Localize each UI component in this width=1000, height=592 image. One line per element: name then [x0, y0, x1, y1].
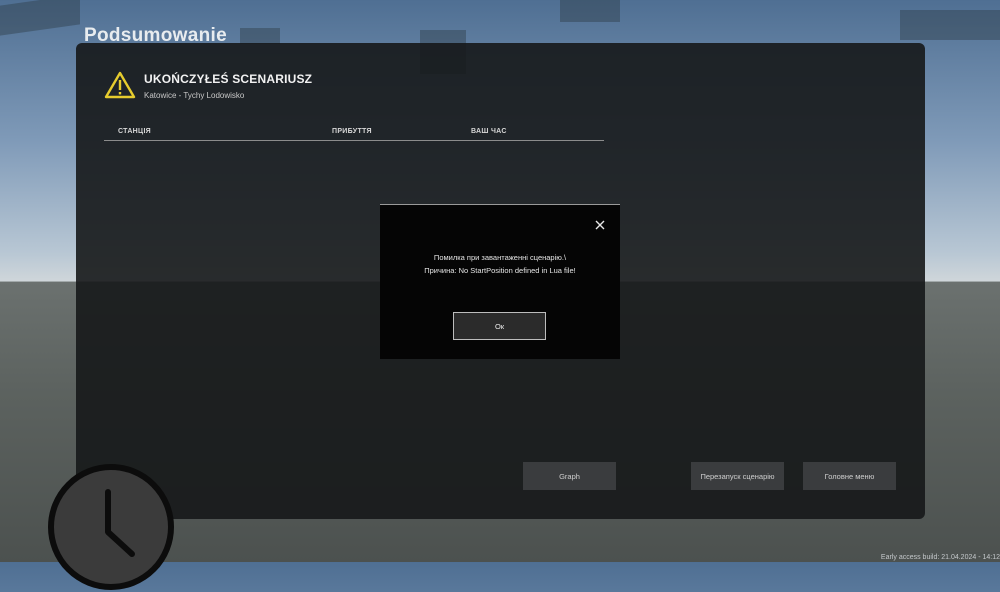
error-dialog: Помилка при завантаженні сценарію.\ Прич…	[380, 204, 620, 359]
graph-button[interactable]: Graph	[523, 462, 616, 490]
close-icon[interactable]	[595, 220, 605, 230]
clock-icon	[48, 464, 174, 590]
warning-triangle-icon	[104, 71, 136, 99]
route-name: Katowice - Tychy Lodowisko	[144, 91, 245, 100]
ok-button[interactable]: Ок	[453, 312, 546, 340]
error-message-line2: Причина: No StartPosition defined in Lua…	[424, 266, 576, 275]
column-header-arrival: ПРИБУТТЯ	[332, 128, 372, 135]
main-menu-button[interactable]: Головне меню	[803, 462, 896, 490]
error-message-line1: Помилка при завантаженні сценарію.\	[433, 253, 567, 262]
table-header-divider	[104, 140, 604, 141]
build-info: Early access build: 21.04.2024 - 14:12	[880, 554, 1000, 561]
column-header-your-time: ВАШ ЧАС	[471, 128, 507, 135]
column-header-station: СТАНЦІЯ	[118, 128, 152, 135]
restart-scenario-button[interactable]: Перезапуск сценарію	[691, 462, 784, 490]
summary-title: UKOŃCZYŁEŚ SCENARIUSZ	[144, 72, 313, 86]
